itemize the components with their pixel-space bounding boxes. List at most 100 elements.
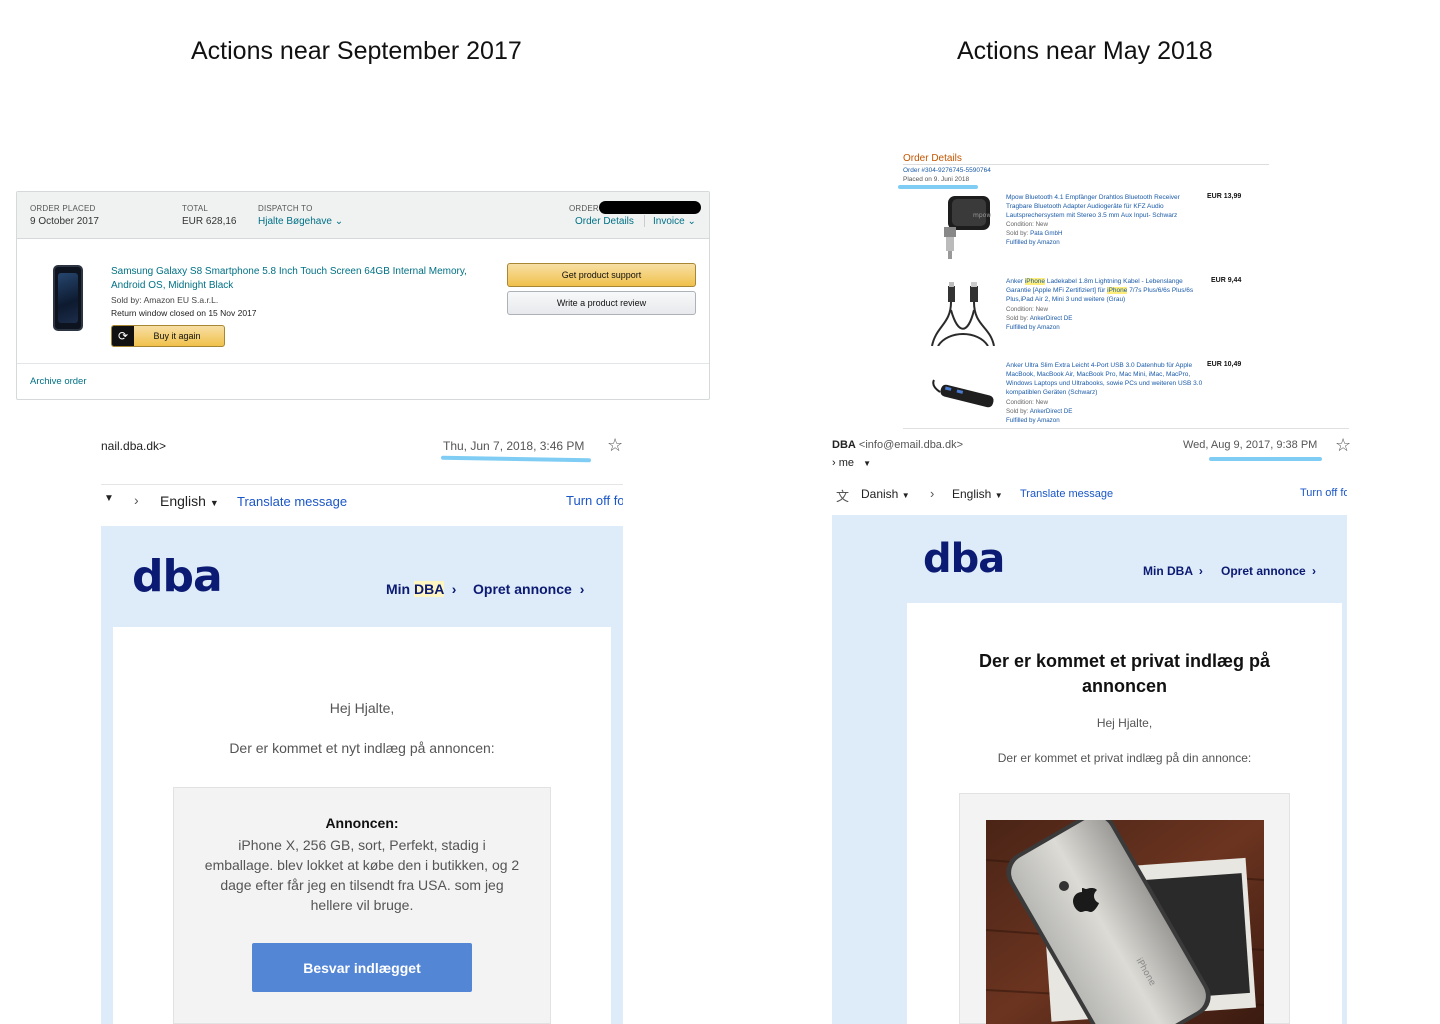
min-dba-link[interactable]: Min DBA › — [1143, 564, 1203, 578]
chevron-right-icon: › — [1312, 564, 1317, 578]
date-highlight-scribble — [1209, 457, 1322, 461]
dispatch-recipient-link[interactable]: Hjalte Bøgehave ⌄ — [258, 216, 343, 227]
product-title-link[interactable]: Samsung Galaxy S8 Smartphone 5.8 Inch To… — [111, 265, 471, 293]
opret-annonce-link[interactable]: Opret annonce › — [1221, 564, 1316, 578]
chevron-right-icon: › — [579, 581, 585, 597]
card-divider — [17, 363, 709, 364]
message-heading: Der er kommet et privat indlæg på annonc… — [978, 651, 1271, 696]
item-1-seller-link[interactable]: Pata GmbH — [1030, 230, 1062, 237]
turn-off-translation-link[interactable]: Turn off fo — [566, 493, 623, 508]
sender-address: nail.dba.dk> — [101, 439, 167, 453]
order-placed-value: 9 October 2017 — [30, 216, 99, 227]
right-column-title: Actions near May 2018 — [957, 37, 1213, 65]
item-1-title-link[interactable]: Mpow Bluetooth 4.1 Empfänger Drahtlos Bl… — [1006, 193, 1206, 220]
item-2-sold-by: Sold by: AnkerDirect DE — [1006, 315, 1073, 322]
search-highlight: iPhone — [1024, 278, 1046, 285]
greeting: Hej Hjalte, — [329, 700, 395, 716]
target-language-select[interactable]: English ▼ — [952, 487, 1003, 501]
buy-it-again-button[interactable]: ⟳ Buy it again — [111, 325, 225, 347]
sender-name: DBA — [832, 439, 856, 451]
star-icon[interactable]: ☆ — [607, 435, 623, 456]
total-value: EUR 628,16 — [182, 216, 237, 227]
sender: DBA <info@email.dba.dk> — [832, 439, 963, 451]
opret-annonce-link[interactable]: Opret annonce › — [473, 581, 584, 597]
target-language-select[interactable]: English ▼ — [160, 493, 219, 509]
source-lang-dropdown-icon[interactable]: ▼ — [104, 493, 114, 504]
translate-icon: 文 — [836, 489, 850, 504]
translate-message-link[interactable]: Translate message — [1020, 488, 1113, 500]
usb-hub-image[interactable] — [928, 378, 998, 414]
lightning-cable-image[interactable] — [928, 280, 998, 346]
chevron-right-icon: › — [451, 581, 457, 597]
item-3-fulfilled: Fulfilled by Amazon — [1006, 417, 1060, 424]
message-card: Der er kommet et privat indlæg på annonc… — [907, 603, 1342, 1024]
item-2-seller-link[interactable]: AnkerDirect DE — [1030, 315, 1073, 322]
order-number[interactable]: Order #304-9276745-5590764 — [903, 167, 991, 174]
chevron-down-icon: ▼ — [209, 498, 219, 508]
highlight-scribble — [898, 185, 978, 189]
sold-by-text: Sold by: Amazon EU S.a.r.L. — [111, 295, 219, 305]
item-2-condition: Condition: New — [1006, 306, 1048, 313]
amazon-order-card: ORDER PLACED 9 October 2017 TOTAL EUR 62… — [16, 191, 710, 400]
listing-box-title: Annoncen: — [325, 815, 399, 831]
translate-bar-rule — [101, 484, 623, 485]
redacted-order-number — [599, 201, 701, 214]
email-date[interactable]: Thu, Jun 7, 2018, 3:46 PM — [443, 439, 584, 453]
chevron-right-icon: › — [1198, 564, 1203, 578]
order-details-rule — [903, 164, 1269, 165]
sender-address: <info@email.dba.dk> — [858, 439, 964, 451]
get-support-label: Get product support — [561, 270, 642, 280]
item-1-price: EUR 13,99 — [1207, 193, 1242, 200]
write-review-button[interactable]: Write a product review — [507, 291, 696, 315]
dba-email-frame: dba Min DBA › Opret annonce › Hej Hjalte… — [101, 526, 623, 1024]
item-1-condition: Condition: New — [1006, 221, 1048, 228]
chevron-right-icon: › — [134, 492, 139, 508]
min-dba-link[interactable]: Min DBA › — [386, 581, 456, 597]
listing-box: Annoncen: iPhone X, 256 GB, sort, Perfek… — [173, 787, 551, 1024]
dispatch-label: DISPATCH TO — [258, 204, 313, 213]
item-3-title-link[interactable]: Anker Ultra Slim Extra Leicht 4-Port USB… — [1006, 361, 1206, 397]
star-icon[interactable]: ☆ — [1335, 435, 1351, 456]
order-details-link[interactable]: Order Details — [575, 216, 634, 227]
return-window-text: Return window closed on 15 Nov 2017 — [111, 308, 257, 318]
dba-email-frame: dba Min DBA › Opret annonce › Der er kom… — [832, 515, 1347, 1024]
chevron-down-icon: ▼ — [901, 491, 910, 500]
order-placed-label: ORDER PLACED — [30, 204, 96, 213]
left-column-title: Actions near September 2017 — [191, 37, 522, 65]
archive-order-link[interactable]: Archive order — [30, 376, 87, 387]
invoice-link[interactable]: Invoice ⌄ — [653, 216, 696, 227]
recipient-dropdown[interactable]: › me ▼ — [832, 457, 871, 469]
order-details-bottom-rule — [903, 428, 1349, 429]
greeting: Hej Hjalte, — [1096, 716, 1153, 730]
order-details-title: Order Details — [903, 153, 962, 164]
dba-logo[interactable]: dba — [132, 551, 223, 602]
reply-button[interactable]: Besvar indlægget — [252, 943, 472, 992]
translate-message-link[interactable]: Translate message — [237, 494, 347, 509]
item-3-seller-link[interactable]: AnkerDirect DE — [1030, 408, 1073, 415]
iphone-photo[interactable]: iPhone — [986, 820, 1264, 1024]
bluetooth-receiver-image[interactable]: mpow — [928, 193, 998, 261]
item-3-sold-by: Sold by: AnkerDirect DE — [1006, 408, 1073, 415]
listing-box-text: iPhone X, 256 GB, sort, Perfekt, stadig … — [204, 837, 520, 913]
order-number-label: ORDER — [569, 204, 599, 213]
turn-off-translation-link[interactable]: Turn off fo — [1300, 487, 1347, 499]
intro-text: Der er kommet et privat indlæg på din an… — [997, 751, 1252, 765]
link-divider — [644, 215, 645, 227]
source-language-select[interactable]: Danish ▼ — [861, 487, 910, 501]
write-review-label: Write a product review — [556, 298, 647, 308]
intro-text: Der er kommet et nyt indlæg på annoncen: — [229, 740, 495, 756]
placed-on-date: Placed on 9. Juni 2018 — [903, 176, 970, 183]
item-1-fulfilled: Fulfilled by Amazon — [1006, 239, 1060, 246]
buy-it-again-label: Buy it again — [153, 331, 201, 341]
galaxy-s8-image[interactable] — [53, 265, 83, 331]
item-2-title-link[interactable]: Anker iPhone Ladekabel 1.8m Lightning Ka… — [1006, 277, 1206, 304]
item-3-condition: Condition: New — [1006, 399, 1048, 406]
get-product-support-button[interactable]: Get product support — [507, 263, 696, 287]
message-card: Hej Hjalte, Der er kommet et nyt indlæg … — [113, 627, 611, 1024]
item-3-price: EUR 10,49 — [1207, 361, 1242, 368]
item-1-sold-by: Sold by: Pata GmbH — [1006, 230, 1063, 237]
dba-logo[interactable]: dba — [923, 536, 1005, 582]
item-2-fulfilled: Fulfilled by Amazon — [1006, 324, 1060, 331]
order-header: ORDER PLACED 9 October 2017 TOTAL EUR 62… — [17, 192, 709, 239]
email-date[interactable]: Wed, Aug 9, 2017, 9:38 PM — [1183, 439, 1317, 451]
